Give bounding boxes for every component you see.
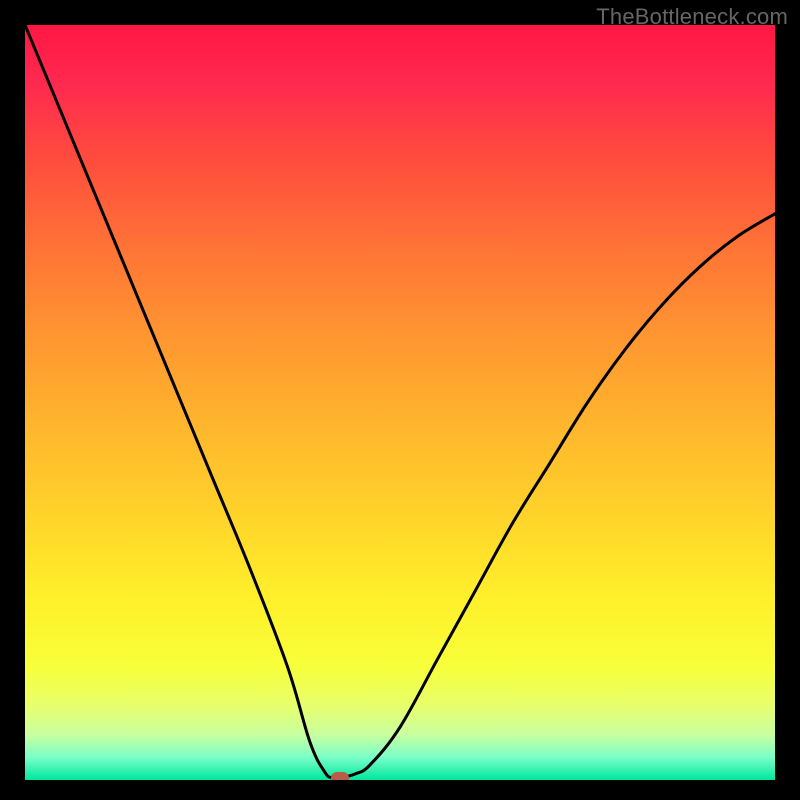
curve-svg bbox=[25, 25, 775, 780]
bottleneck-curve-path bbox=[25, 25, 775, 778]
watermark-text: TheBottleneck.com bbox=[596, 4, 788, 30]
plot-area bbox=[25, 25, 775, 780]
optimum-marker bbox=[331, 772, 349, 780]
